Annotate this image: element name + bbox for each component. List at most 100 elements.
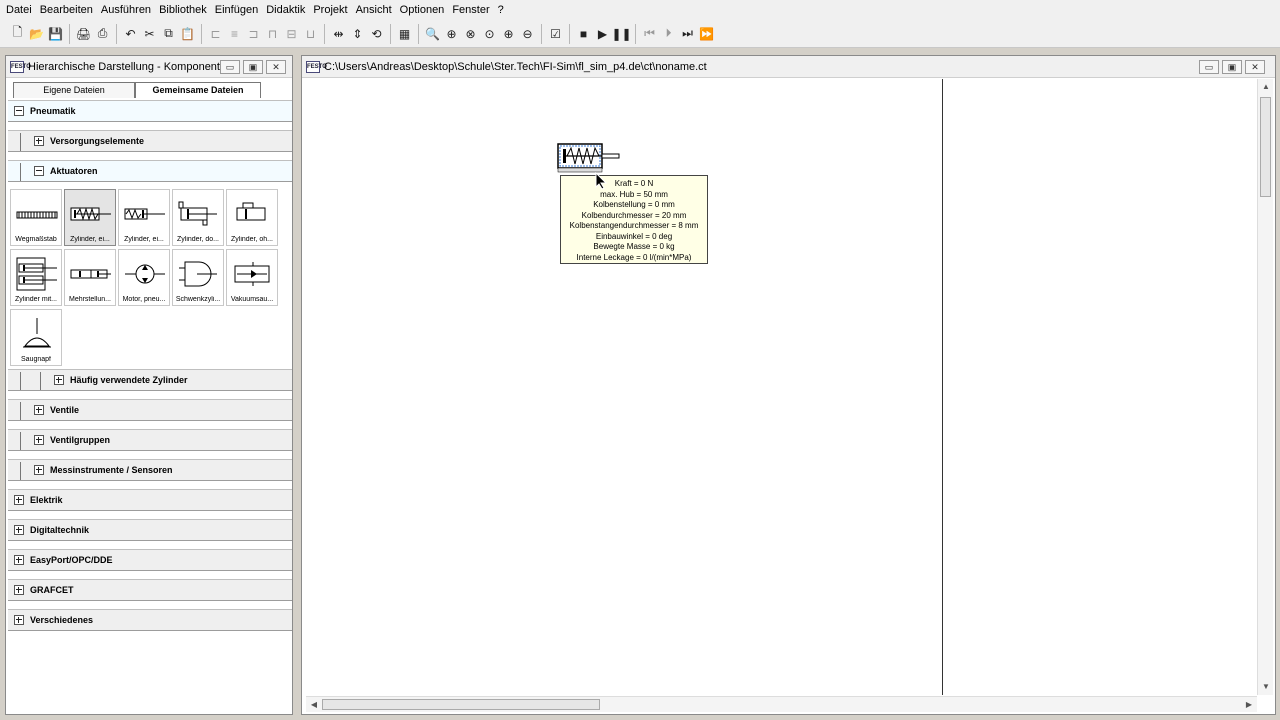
tree-item-versorgungselemente[interactable]: Versorgungselemente: [8, 130, 292, 152]
vertical-scroll-thumb[interactable]: [1260, 97, 1271, 197]
pause-icon[interactable]: ❚❚: [611, 23, 631, 45]
component-tile[interactable]: Saugnapf: [10, 309, 62, 366]
expand-icon[interactable]: [34, 405, 44, 415]
component-tile[interactable]: Zylinder, do...: [172, 189, 224, 246]
menu-item-7[interactable]: Ansicht: [352, 0, 396, 20]
tree-item-easyport[interactable]: EasyPort/OPC/DDE: [8, 549, 292, 571]
tree-item-haeufig-verwendete-zylinder[interactable]: Häufig verwendete Zylinder: [8, 369, 292, 391]
check-drawing-icon[interactable]: ☑: [546, 23, 565, 45]
expand-icon[interactable]: [54, 375, 64, 385]
tree-item-grafcet[interactable]: GRAFCET: [8, 579, 292, 601]
menu-item-9[interactable]: Fenster: [448, 0, 493, 20]
expand-icon[interactable]: [14, 525, 24, 535]
zoom-out-icon[interactable]: ⊖: [518, 23, 537, 45]
component-tile[interactable]: Wegmaßstab: [10, 189, 62, 246]
tree-item-ventile[interactable]: Ventile: [8, 399, 292, 421]
scroll-left-icon[interactable]: ◀: [306, 697, 322, 713]
flip-vertical-icon[interactable]: ⇕: [348, 23, 367, 45]
align-middle-icon[interactable]: ⊟: [282, 23, 301, 45]
step-forward-icon[interactable]: ⏭: [678, 23, 697, 45]
component-tile[interactable]: Zylinder mit...: [10, 249, 62, 306]
stop-icon[interactable]: ■: [574, 23, 593, 45]
fast-forward-icon[interactable]: ⏩: [697, 23, 716, 45]
scroll-right-icon[interactable]: ▶: [1241, 697, 1257, 713]
align-top-icon[interactable]: ⊓: [263, 23, 282, 45]
library-titlebar[interactable]: FESTO Hierarchische Darstellung - Kompon…: [6, 56, 292, 78]
menu-item-8[interactable]: Optionen: [396, 0, 449, 20]
drawing-canvas[interactable]: Kraft = 0 Nmax. Hub = 50 mm Kolbenstellun…: [306, 79, 1257, 695]
play-icon[interactable]: ▶: [593, 23, 612, 45]
open-folder-icon[interactable]: 📂: [27, 23, 46, 45]
cylinder-spring-icon[interactable]: [557, 143, 621, 175]
align-center-icon[interactable]: ≡: [225, 23, 244, 45]
expand-icon[interactable]: [34, 465, 44, 475]
collapse-icon[interactable]: [34, 166, 44, 176]
print-icon[interactable]: ⎙: [93, 23, 112, 45]
circuit-titlebar[interactable]: FESTO C:\Users\Andreas\Desktop\Schule\St…: [302, 56, 1275, 78]
menu-item-1[interactable]: Bearbeiten: [36, 0, 97, 20]
restore-button[interactable]: ▣: [1222, 59, 1242, 74]
collapse-icon[interactable]: [14, 106, 24, 116]
tree-item-elektrik[interactable]: Elektrik: [8, 489, 292, 511]
menu-item-0[interactable]: Datei: [2, 0, 36, 20]
align-left-icon[interactable]: ⊏: [206, 23, 225, 45]
horizontal-scroll-thumb[interactable]: [322, 699, 600, 710]
tree-item-digitaltechnik[interactable]: Digitaltechnik: [8, 519, 292, 541]
zoom-in-icon[interactable]: ⊕: [499, 23, 518, 45]
component-tile[interactable]: Zylinder, ei...: [64, 189, 116, 246]
align-bottom-icon[interactable]: ⊔: [301, 23, 320, 45]
vertical-scrollbar[interactable]: ▲ ▼: [1257, 79, 1273, 695]
menu-item-2[interactable]: Ausführen: [97, 0, 155, 20]
step-icon[interactable]: ⏵: [659, 23, 678, 45]
grid-icon[interactable]: ▦: [395, 23, 414, 45]
reset-icon[interactable]: ⏮: [640, 23, 659, 45]
expand-icon[interactable]: [14, 615, 24, 625]
scroll-up-icon[interactable]: ▲: [1258, 79, 1274, 95]
close-button[interactable]: ✕: [1245, 59, 1265, 74]
zoom-window-icon[interactable]: ⊙: [480, 23, 499, 45]
minimize-button[interactable]: ▭: [220, 59, 240, 74]
expand-icon[interactable]: [34, 435, 44, 445]
tab-gemeinsame-dateien[interactable]: Gemeinsame Dateien: [135, 82, 261, 98]
component-tile[interactable]: Motor, pneu...: [118, 249, 170, 306]
print-preview-icon[interactable]: 🖨: [74, 23, 93, 45]
component-library-window: FESTO Hierarchische Darstellung - Kompon…: [5, 55, 293, 715]
component-tile[interactable]: Schwenkzyli...: [172, 249, 224, 306]
new-file-icon[interactable]: 🗋: [8, 23, 27, 45]
component-tile[interactable]: Vakuumsau...: [226, 249, 278, 306]
rotate-icon[interactable]: ⟲: [367, 23, 386, 45]
tree-item-messinstrumente-sensoren[interactable]: Messinstrumente / Sensoren: [8, 459, 292, 481]
paste-icon[interactable]: 📋: [178, 23, 197, 45]
component-tile[interactable]: Mehrstellun...: [64, 249, 116, 306]
tree-item-aktuatoren[interactable]: Aktuatoren: [8, 160, 292, 182]
save-icon[interactable]: 💾: [46, 23, 65, 45]
tree-item-pneumatik[interactable]: Pneumatik: [8, 100, 292, 122]
expand-icon[interactable]: [14, 585, 24, 595]
maximize-button[interactable]: ▣: [243, 59, 263, 74]
flip-horizontal-icon[interactable]: ⇹: [329, 23, 348, 45]
menu-item-6[interactable]: Projekt: [309, 0, 351, 20]
scroll-down-icon[interactable]: ▼: [1258, 679, 1274, 695]
component-tile[interactable]: Zylinder, oh...: [226, 189, 278, 246]
tab-eigene-dateien[interactable]: Eigene Dateien: [13, 82, 135, 98]
component-tile[interactable]: Zylinder, ei...: [118, 189, 170, 246]
align-right-icon[interactable]: ⊐: [244, 23, 263, 45]
expand-icon[interactable]: [14, 495, 24, 505]
zoom-fit-icon[interactable]: ⊕: [442, 23, 461, 45]
expand-icon[interactable]: [34, 136, 44, 146]
tree-item-verschiedenes[interactable]: Verschiedenes: [8, 609, 292, 631]
minimize-button[interactable]: ▭: [1199, 59, 1219, 74]
copy-icon[interactable]: ⧉: [159, 23, 178, 45]
undo-icon[interactable]: ↶: [121, 23, 140, 45]
expand-icon[interactable]: [14, 555, 24, 565]
menu-item-10[interactable]: ?: [494, 0, 508, 20]
close-button[interactable]: ✕: [266, 59, 286, 74]
cut-icon[interactable]: ✂: [140, 23, 159, 45]
zoom-icon[interactable]: 🔍: [423, 23, 442, 45]
zoom-area-icon[interactable]: ⊗: [461, 23, 480, 45]
menu-item-5[interactable]: Didaktik: [262, 0, 309, 20]
menu-item-4[interactable]: Einfügen: [211, 0, 262, 20]
menu-item-3[interactable]: Bibliothek: [155, 0, 211, 20]
horizontal-scrollbar[interactable]: ◀ ▶: [306, 696, 1257, 712]
tree-item-ventilgruppen[interactable]: Ventilgruppen: [8, 429, 292, 451]
